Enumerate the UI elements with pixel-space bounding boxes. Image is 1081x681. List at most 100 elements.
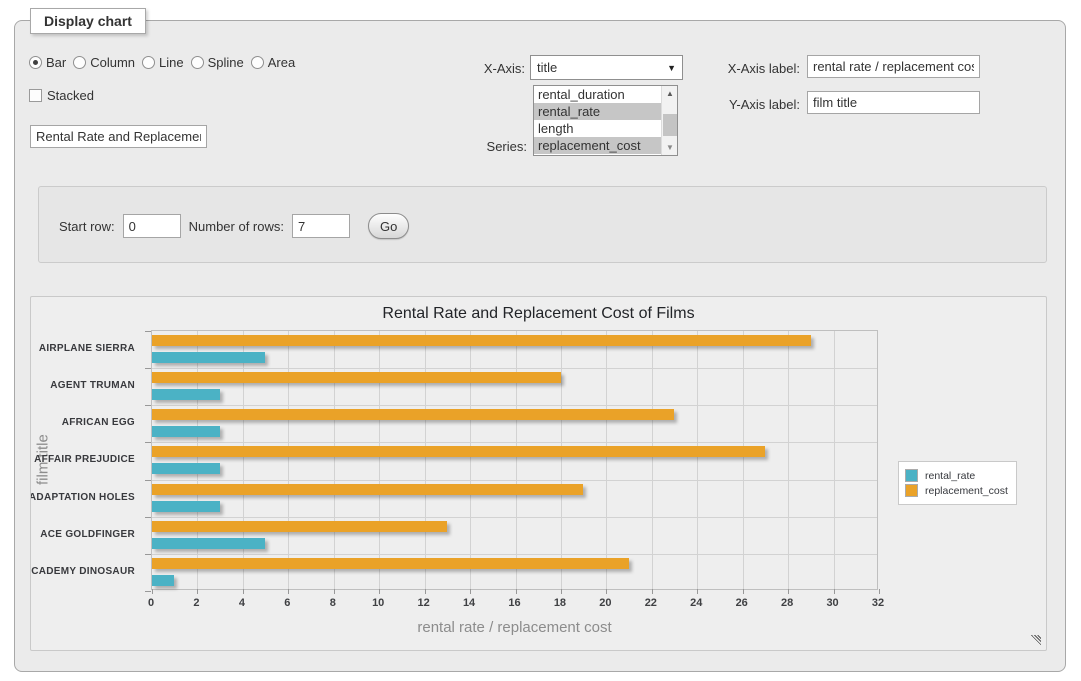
bar-rental_rate[interactable] — [152, 426, 220, 437]
x-tick-label: 28 — [781, 597, 793, 609]
number-of-rows-input[interactable] — [292, 214, 350, 238]
radio-icon[interactable] — [142, 56, 155, 69]
gridline — [834, 331, 835, 589]
number-of-rows-label: Number of rows: — [189, 219, 284, 234]
x-tick-label: 22 — [645, 597, 657, 609]
bar-rental_rate[interactable] — [152, 352, 265, 363]
x-tick-label: 30 — [826, 597, 838, 609]
chevron-down-icon: ▼ — [667, 63, 676, 73]
x-tick-label: 32 — [872, 597, 884, 609]
radio-label: Bar — [46, 55, 66, 70]
x-tick-label: 14 — [463, 597, 475, 609]
x-tick-mark — [152, 589, 153, 594]
go-button[interactable]: Go — [368, 213, 409, 239]
category-label: AFRICAN EGG — [31, 404, 143, 441]
chart-type-radio-column[interactable]: Column — [73, 55, 135, 70]
x-tick-mark — [516, 589, 517, 594]
chart-title: Rental Rate and Replacement Cost of Film… — [31, 305, 1046, 323]
legend-label: rental_rate — [925, 470, 975, 482]
scrollbar[interactable]: ▲ ▼ — [661, 86, 677, 155]
x-tick-mark — [243, 589, 244, 594]
series-option-replacement_cost[interactable]: replacement_cost — [534, 137, 677, 154]
start-row-label: Start row: — [59, 219, 115, 234]
radio-label: Column — [90, 55, 135, 70]
chart-type-radio-line[interactable]: Line — [142, 55, 184, 70]
gridline — [152, 480, 877, 481]
bar-replacement_cost[interactable] — [152, 335, 811, 346]
bar-replacement_cost[interactable] — [152, 558, 629, 569]
bar-replacement_cost[interactable] — [152, 484, 583, 495]
bar-replacement_cost[interactable] — [152, 372, 561, 383]
gridline — [516, 331, 517, 589]
legend-swatch — [905, 469, 918, 482]
radio-icon[interactable] — [191, 56, 204, 69]
category-label: AGENT TRUMAN — [31, 367, 143, 404]
x-tick-label: 26 — [736, 597, 748, 609]
gridline — [697, 331, 698, 589]
x-tick-mark — [788, 589, 789, 594]
x-tick-label: 4 — [239, 597, 245, 609]
x-tick-mark — [561, 589, 562, 594]
radio-icon[interactable] — [29, 56, 42, 69]
category-label: AFFAIR PREJUDICE — [31, 441, 143, 478]
legend-item-rental_rate[interactable]: rental_rate — [905, 469, 1008, 482]
gridline — [288, 331, 289, 589]
y-axis-label-input[interactable] — [807, 91, 980, 114]
scrollbar-down-icon[interactable]: ▼ — [662, 140, 678, 155]
bar-rental_rate[interactable] — [152, 575, 174, 586]
gridline — [379, 331, 380, 589]
bar-replacement_cost[interactable] — [152, 521, 447, 532]
start-row-input[interactable] — [123, 214, 181, 238]
x-tick-label: 8 — [330, 597, 336, 609]
y-tick-mark — [145, 405, 151, 406]
gridline — [152, 368, 877, 369]
chart-legend: rental_rate replacement_cost — [898, 461, 1017, 505]
series-option-rental_duration[interactable]: rental_duration — [534, 86, 677, 103]
x-tick-mark — [425, 589, 426, 594]
y-tick-mark — [145, 331, 151, 332]
series-option-rental_rate[interactable]: rental_rate — [534, 103, 677, 120]
bar-replacement_cost[interactable] — [152, 409, 674, 420]
chart-title-input[interactable] — [30, 125, 207, 148]
series-listbox[interactable]: rental_durationrental_ratelengthreplacem… — [533, 85, 678, 156]
bar-rental_rate[interactable] — [152, 501, 220, 512]
legend-item-replacement_cost[interactable]: replacement_cost — [905, 484, 1008, 497]
radio-icon[interactable] — [251, 56, 264, 69]
gridline — [334, 331, 335, 589]
category-label: ADAPTATION HOLES — [31, 479, 143, 516]
x-axis-select-label: X-Axis: — [445, 61, 525, 76]
gridline — [152, 442, 877, 443]
radio-label: Area — [268, 55, 295, 70]
gridline — [243, 331, 244, 589]
y-tick-mark — [145, 591, 151, 592]
stacked-checkbox-row: Stacked — [29, 88, 94, 103]
gridline — [652, 331, 653, 589]
chart-x-axis-title: rental rate / replacement cost — [151, 619, 878, 636]
chart-x-tick-labels: 02468101214161820222426283032 — [151, 597, 878, 611]
category-label: ACE GOLDFINGER — [31, 516, 143, 553]
radio-icon[interactable] — [73, 56, 86, 69]
chart-type-radio-area[interactable]: Area — [251, 55, 295, 70]
stacked-checkbox[interactable] — [29, 89, 42, 102]
radio-label: Line — [159, 55, 184, 70]
y-tick-mark — [145, 554, 151, 555]
chart-type-radio-bar[interactable]: Bar — [29, 55, 66, 70]
scrollbar-up-icon[interactable]: ▲ — [662, 86, 678, 101]
bar-rental_rate[interactable] — [152, 538, 265, 549]
bar-replacement_cost[interactable] — [152, 446, 765, 457]
x-tick-mark — [288, 589, 289, 594]
gridline — [197, 331, 198, 589]
y-tick-mark — [145, 368, 151, 369]
x-axis-label-input[interactable] — [807, 55, 980, 78]
bar-rental_rate[interactable] — [152, 463, 220, 474]
y-tick-mark — [145, 480, 151, 481]
chart-type-radio-spline[interactable]: Spline — [191, 55, 244, 70]
stacked-label: Stacked — [47, 88, 94, 103]
resize-grip-icon[interactable] — [1031, 635, 1041, 645]
series-option-length[interactable]: length — [534, 120, 677, 137]
bar-rental_rate[interactable] — [152, 389, 220, 400]
x-tick-mark — [879, 589, 880, 594]
x-axis-select[interactable]: title ▼ — [530, 55, 683, 80]
scrollbar-thumb[interactable] — [663, 114, 677, 136]
gridline — [561, 331, 562, 589]
